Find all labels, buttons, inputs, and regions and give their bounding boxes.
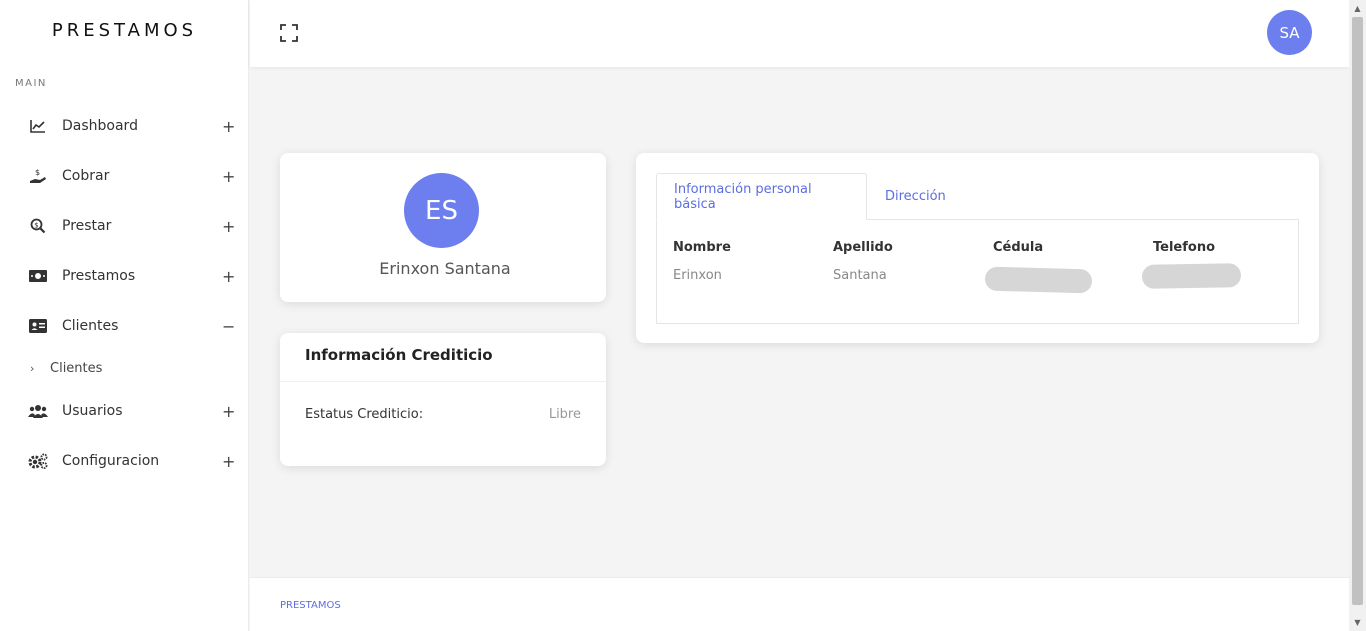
sidebar-item-label: Dashboard — [62, 118, 138, 134]
column-header-telefono: Telefono — [1153, 240, 1216, 255]
chart-line-icon — [28, 117, 48, 135]
hand-money-icon: $ — [28, 167, 48, 185]
expand-toggle-icon[interactable]: + — [222, 267, 235, 286]
sidebar-item-configuracion[interactable]: Configuracion + — [0, 441, 249, 481]
expand-toggle-icon[interactable]: + — [222, 217, 235, 236]
scroll-down-icon[interactable]: ▼ — [1349, 614, 1366, 631]
sidebar-item-label: Prestamos — [62, 268, 136, 284]
redacted-telefono — [1141, 263, 1242, 289]
expand-toggle-icon[interactable]: + — [222, 452, 235, 471]
sidebar-subitem-clientes[interactable]: › Clientes — [0, 356, 249, 380]
sidebar-item-label: Clientes — [62, 318, 119, 334]
client-avatar: ES — [404, 173, 479, 248]
scrollbar-thumb[interactable] — [1352, 17, 1363, 605]
sidebar-item-usuarios[interactable]: Usuarios + — [0, 391, 249, 431]
top-header: SA — [250, 0, 1349, 67]
svg-text:$: $ — [35, 168, 40, 177]
sidebar-item-cobrar[interactable]: $ Cobrar + — [0, 156, 249, 196]
column-header-apellido: Apellido — [833, 240, 893, 255]
expand-toggle-icon[interactable]: + — [222, 117, 235, 136]
expand-toggle-icon[interactable]: + — [222, 402, 235, 421]
chevron-right-icon: › — [30, 361, 35, 375]
cogs-icon — [28, 452, 48, 470]
tab-panel: Nombre Erinxon Apellido Santana Cédula T… — [656, 219, 1299, 324]
tab-informacion-personal[interactable]: Información personal básica — [656, 173, 867, 220]
credit-card-title: Información Crediticio — [305, 346, 493, 364]
scroll-up-icon[interactable]: ▲ — [1349, 0, 1366, 17]
footer-link[interactable]: PRESTAMOS — [280, 600, 341, 611]
sidebar-item-label: Prestar — [62, 218, 112, 234]
profile-card: ES Erinxon Santana — [280, 153, 606, 302]
value-apellido: Santana — [833, 268, 887, 283]
redacted-cedula — [984, 266, 1093, 294]
sidebar-subitem-label: Clientes — [50, 360, 103, 376]
user-avatar[interactable]: SA — [1267, 10, 1312, 55]
column-header-nombre: Nombre — [673, 240, 731, 255]
footer: PRESTAMOS — [250, 577, 1349, 631]
sidebar-item-clientes[interactable]: Clientes − — [0, 306, 249, 346]
sidebar-section-label: MAIN — [15, 78, 47, 89]
vertical-scrollbar[interactable]: ▲ ▼ — [1349, 0, 1366, 631]
money-bill-icon — [28, 267, 48, 285]
svg-text:$: $ — [34, 222, 38, 230]
collapse-toggle-icon[interactable]: − — [222, 317, 235, 336]
sidebar-item-label: Configuracion — [62, 453, 160, 469]
sidebar-item-label: Cobrar — [62, 168, 110, 184]
client-name: Erinxon Santana — [379, 259, 511, 278]
sidebar-item-label: Usuarios — [62, 403, 123, 419]
search-dollar-icon: $ — [28, 217, 48, 235]
client-info-card: Información personal básica Dirección No… — [636, 153, 1319, 343]
sidebar-item-prestar[interactable]: $ Prestar + — [0, 206, 249, 246]
divider — [280, 381, 606, 382]
value-nombre: Erinxon — [673, 268, 722, 283]
expand-toggle-icon[interactable]: + — [222, 167, 235, 186]
sidebar: PRESTAMOS MAIN Dashboard + $ Cobrar + $ … — [0, 0, 249, 631]
credit-status-value: Libre — [548, 407, 581, 422]
sidebar-item-prestamos[interactable]: Prestamos + — [0, 256, 249, 296]
tab-direccion[interactable]: Dirección — [868, 173, 963, 220]
brand-logo[interactable]: PRESTAMOS — [0, 20, 249, 41]
credit-info-card: Información Crediticio Estatus Creditici… — [280, 333, 606, 466]
expand-icon[interactable] — [279, 23, 299, 43]
credit-status-label: Estatus Crediticio: — [305, 407, 424, 422]
users-icon — [28, 402, 48, 420]
sidebar-item-dashboard[interactable]: Dashboard + — [0, 106, 249, 146]
column-header-cedula: Cédula — [993, 240, 1044, 255]
id-card-icon — [28, 317, 48, 335]
